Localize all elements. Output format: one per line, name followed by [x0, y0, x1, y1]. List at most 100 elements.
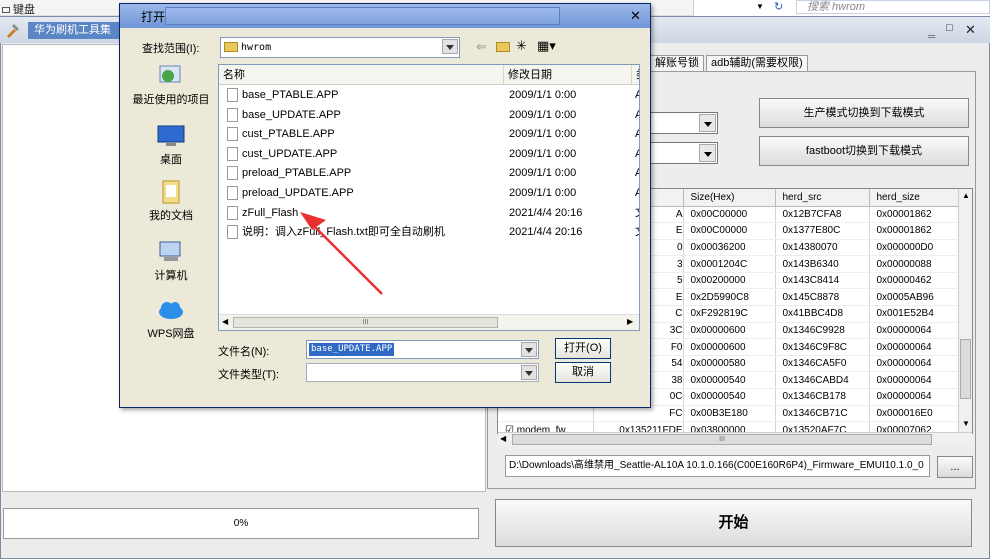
- cell-hsize: 0x00001862: [869, 206, 960, 224]
- start-button[interactable]: 开始: [495, 499, 972, 547]
- open-button[interactable]: 打开(O): [555, 338, 611, 359]
- col-header-date[interactable]: 修改日期: [504, 65, 632, 85]
- tab-adb-helper[interactable]: adb辅助(需要权限): [706, 55, 808, 72]
- chevron-down-icon[interactable]: [699, 114, 716, 132]
- file-type: A: [635, 106, 639, 126]
- table-vscrollbar[interactable]: ▲ ▼: [958, 189, 972, 432]
- scroll-up-icon[interactable]: ▲: [962, 191, 970, 200]
- cell-hsize: 0x00000462: [869, 272, 960, 290]
- progress-bar: 0%: [3, 508, 479, 539]
- file-date: 2009/1/1 0:00: [509, 89, 577, 101]
- file-list-item[interactable]: cust_PTABLE.APP 2009/1/1 0:00 A: [219, 125, 639, 145]
- filename-input[interactable]: base_UPDATE.APP: [306, 340, 539, 359]
- new-folder-icon[interactable]: ✳: [516, 38, 527, 54]
- file-list-item[interactable]: cust_UPDATE.APP 2009/1/1 0:00 A: [219, 145, 639, 165]
- filetype-select[interactable]: [306, 363, 539, 382]
- search-input[interactable]: 搜索 hwrom: [796, 0, 990, 14]
- cell-src: 0x1346CB71C: [775, 405, 870, 423]
- file-icon: [227, 127, 238, 142]
- file-type: A: [635, 184, 639, 204]
- place-computer[interactable]: 计算机: [130, 240, 212, 282]
- scroll-left-icon[interactable]: ◀: [500, 434, 506, 443]
- filename-label: 文件名(N):: [218, 346, 270, 358]
- file-type: 文: [635, 204, 639, 224]
- dialog-close-button[interactable]: ✕: [630, 8, 641, 24]
- file-type: A: [635, 164, 639, 184]
- view-menu-icon[interactable]: ▦▾: [537, 38, 556, 54]
- maximize-button[interactable]: □: [946, 22, 953, 34]
- cell-src: 0x14380070: [775, 239, 870, 257]
- chevron-down-icon[interactable]: [442, 39, 458, 54]
- cell-hsize: 0x001E52B4: [869, 305, 960, 323]
- port-combo[interactable]: [650, 142, 718, 164]
- mode-switch-button[interactable]: 生产模式切换到下载模式: [759, 98, 969, 128]
- cell-hsize: 0x00000064: [869, 322, 960, 340]
- recent-items-icon: [159, 65, 181, 83]
- file-list-item[interactable]: preload_PTABLE.APP 2009/1/1 0:00 A: [219, 164, 639, 184]
- cell-size: 0x00000600: [683, 322, 776, 340]
- minimize-button[interactable]: ‗: [928, 22, 935, 37]
- cell-hsize: 0x00000064: [869, 355, 960, 373]
- fastboot-switch-button[interactable]: fastboot切换到下载模式: [759, 136, 969, 166]
- table-hscrollbar[interactable]: ◀ III: [498, 432, 972, 446]
- file-icon: [227, 146, 238, 161]
- file-name: base_PTABLE.APP: [227, 86, 338, 106]
- cell-src: 0x1346CA5F0: [775, 355, 870, 373]
- cell-hsize: 0x00000064: [869, 388, 960, 406]
- cell-size: 0x00000580: [683, 355, 776, 373]
- keyboard-label: 键盘: [2, 1, 35, 17]
- computer-icon: [159, 241, 181, 261]
- tab-unlock-account[interactable]: 解账号锁: [650, 55, 704, 72]
- firmware-path-field[interactable]: D:\Downloads\高维禁用_Seattle-AL10A 10.1.0.1…: [505, 455, 930, 477]
- look-in-combo[interactable]: hwrom: [220, 37, 460, 58]
- place-recent[interactable]: 最近使用的项目: [130, 64, 212, 106]
- place-documents[interactable]: 我的文档: [130, 180, 212, 222]
- file-icon: [227, 107, 238, 122]
- close-button[interactable]: ✕: [965, 22, 976, 38]
- cell-src: 0x1377E80C: [775, 222, 870, 240]
- col-header-name[interactable]: 名称: [219, 65, 504, 85]
- file-list-item[interactable]: 说明：调入zFull_Flash.txt即可全自动刷机 2021/4/4 20:1…: [219, 223, 639, 243]
- file-date: 2009/1/1 0:00: [509, 108, 577, 121]
- look-in-value: hwrom: [241, 42, 272, 53]
- scroll-right-icon[interactable]: ▶: [627, 317, 633, 326]
- file-name: cust_UPDATE.APP: [227, 145, 337, 165]
- scroll-thumb[interactable]: III: [233, 317, 498, 328]
- cloud-icon: [159, 302, 183, 319]
- file-list-hscrollbar[interactable]: ◀ III ▶: [219, 314, 639, 330]
- cancel-button[interactable]: 取消: [555, 362, 611, 383]
- place-wps-cloud[interactable]: WPS网盘: [130, 298, 212, 340]
- file-list-item[interactable]: base_UPDATE.APP 2009/1/1 0:00 A: [219, 106, 639, 126]
- cell-src: 0x1346CB178: [775, 388, 870, 406]
- hscroll-thumb[interactable]: III: [512, 434, 932, 445]
- folder-icon: [224, 42, 238, 52]
- file-list-item[interactable]: base_PTABLE.APP 2009/1/1 0:00 A: [219, 86, 639, 106]
- cell-size: 0x0001204C: [683, 255, 776, 273]
- cell-size: 0x00000600: [683, 338, 776, 356]
- scroll-thumb[interactable]: [960, 339, 971, 399]
- file-list-item[interactable]: zFull_Flash 2021/4/4 20:16 文: [219, 204, 639, 224]
- mode-combo[interactable]: [650, 112, 718, 134]
- chevron-down-icon[interactable]: [699, 144, 716, 162]
- cell-hsize: 0x00001862: [869, 222, 960, 240]
- col-header-type[interactable]: 类: [632, 65, 639, 85]
- browse-button[interactable]: ...: [937, 456, 973, 478]
- place-desktop[interactable]: 桌面: [130, 124, 212, 166]
- back-icon[interactable]: ⇐: [476, 39, 487, 55]
- file-list: 名称 修改日期 类 base_PTABLE.APP 2009/1/1 0:00 Ab…: [218, 64, 640, 331]
- file-date: 2021/4/4 20:16: [509, 206, 583, 219]
- file-type: A: [635, 145, 639, 165]
- cell-size: 0x00B3E180: [683, 405, 776, 423]
- file-date: 2009/1/1 0:00: [509, 147, 577, 160]
- scroll-down-icon[interactable]: ▼: [962, 419, 970, 428]
- col-header-herd-size: herd_size: [869, 189, 960, 207]
- chevron-down-icon[interactable]: [521, 365, 537, 380]
- up-folder-icon[interactable]: [496, 42, 510, 52]
- refresh-icon[interactable]: ↻: [774, 0, 783, 13]
- tab-strip: 解账号锁 adb辅助(需要权限): [650, 55, 810, 72]
- file-list-item[interactable]: preload_UPDATE.APP2009/1/1 0:00A: [219, 184, 639, 204]
- file-type: 文: [635, 223, 639, 243]
- chevron-down-icon[interactable]: [521, 342, 537, 357]
- scroll-left-icon[interactable]: ◀: [222, 317, 228, 326]
- dropdown-arrow-icon[interactable]: ▼: [756, 2, 764, 11]
